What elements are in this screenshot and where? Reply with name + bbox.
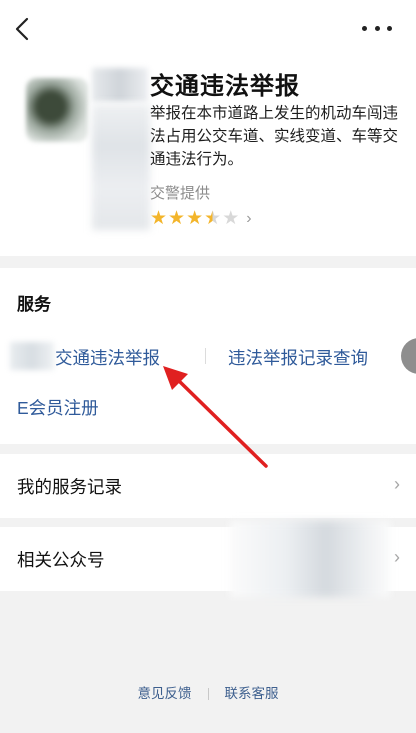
redacted-name: [92, 68, 148, 102]
divider: [205, 348, 206, 364]
redacted-account: [230, 521, 390, 597]
more-dots-icon: [362, 25, 367, 31]
star-empty-icon: ★: [222, 208, 240, 229]
feedback-link[interactable]: 意见反馈: [138, 682, 192, 702]
chevron-right-icon: ›: [394, 474, 400, 494]
chevron-right-icon: ›: [246, 210, 252, 227]
star-icon: ★: [186, 208, 204, 229]
star-icon: ★: [168, 208, 186, 229]
top-bar: [0, 0, 416, 60]
services-heading: 服务: [17, 295, 51, 314]
app-description: 举报在本市道路上发生的机动车闯违法占用公交车道、实线变道、车等交通违法行为。: [150, 105, 399, 168]
app-avatar: [26, 78, 88, 142]
star-half-icon: ★: [204, 208, 222, 229]
service-link-member-register[interactable]: E会员注册: [17, 395, 99, 420]
divider: [207, 688, 209, 701]
rating-stars[interactable]: ★ ★ ★ ★ ★ ›: [150, 208, 252, 230]
redacted-prefix: [10, 342, 54, 370]
service-link-record-query[interactable]: 违法举报记录查询: [228, 345, 368, 370]
row-label: 我的服务记录: [17, 477, 122, 497]
redacted-area: [92, 104, 150, 230]
app-header: 交通违法举报 举报在本市道路上发生的机动车闯违法占用公交车道、实线变道、车等交通…: [0, 60, 416, 256]
my-service-records-row[interactable]: 我的服务记录 ›: [0, 454, 416, 518]
service-link-report[interactable]: 交通违法举报: [55, 345, 160, 370]
chevron-left-icon: [15, 17, 29, 41]
back-button[interactable]: [8, 14, 36, 44]
related-accounts-row[interactable]: 相关公众号 ›: [0, 521, 416, 597]
footer: 意见反馈 联系客服: [0, 682, 416, 702]
contact-support-link[interactable]: 联系客服: [225, 682, 279, 702]
services-section: 服务 交通违法举报 违法举报记录查询 E会员注册: [0, 268, 416, 444]
star-icon: ★: [150, 208, 168, 229]
chevron-right-icon: ›: [394, 547, 400, 567]
app-title: 交通违法举报: [150, 73, 300, 100]
app-provider: 交警提供: [150, 185, 211, 202]
more-button[interactable]: [362, 18, 392, 38]
row-label: 相关公众号: [17, 550, 105, 570]
